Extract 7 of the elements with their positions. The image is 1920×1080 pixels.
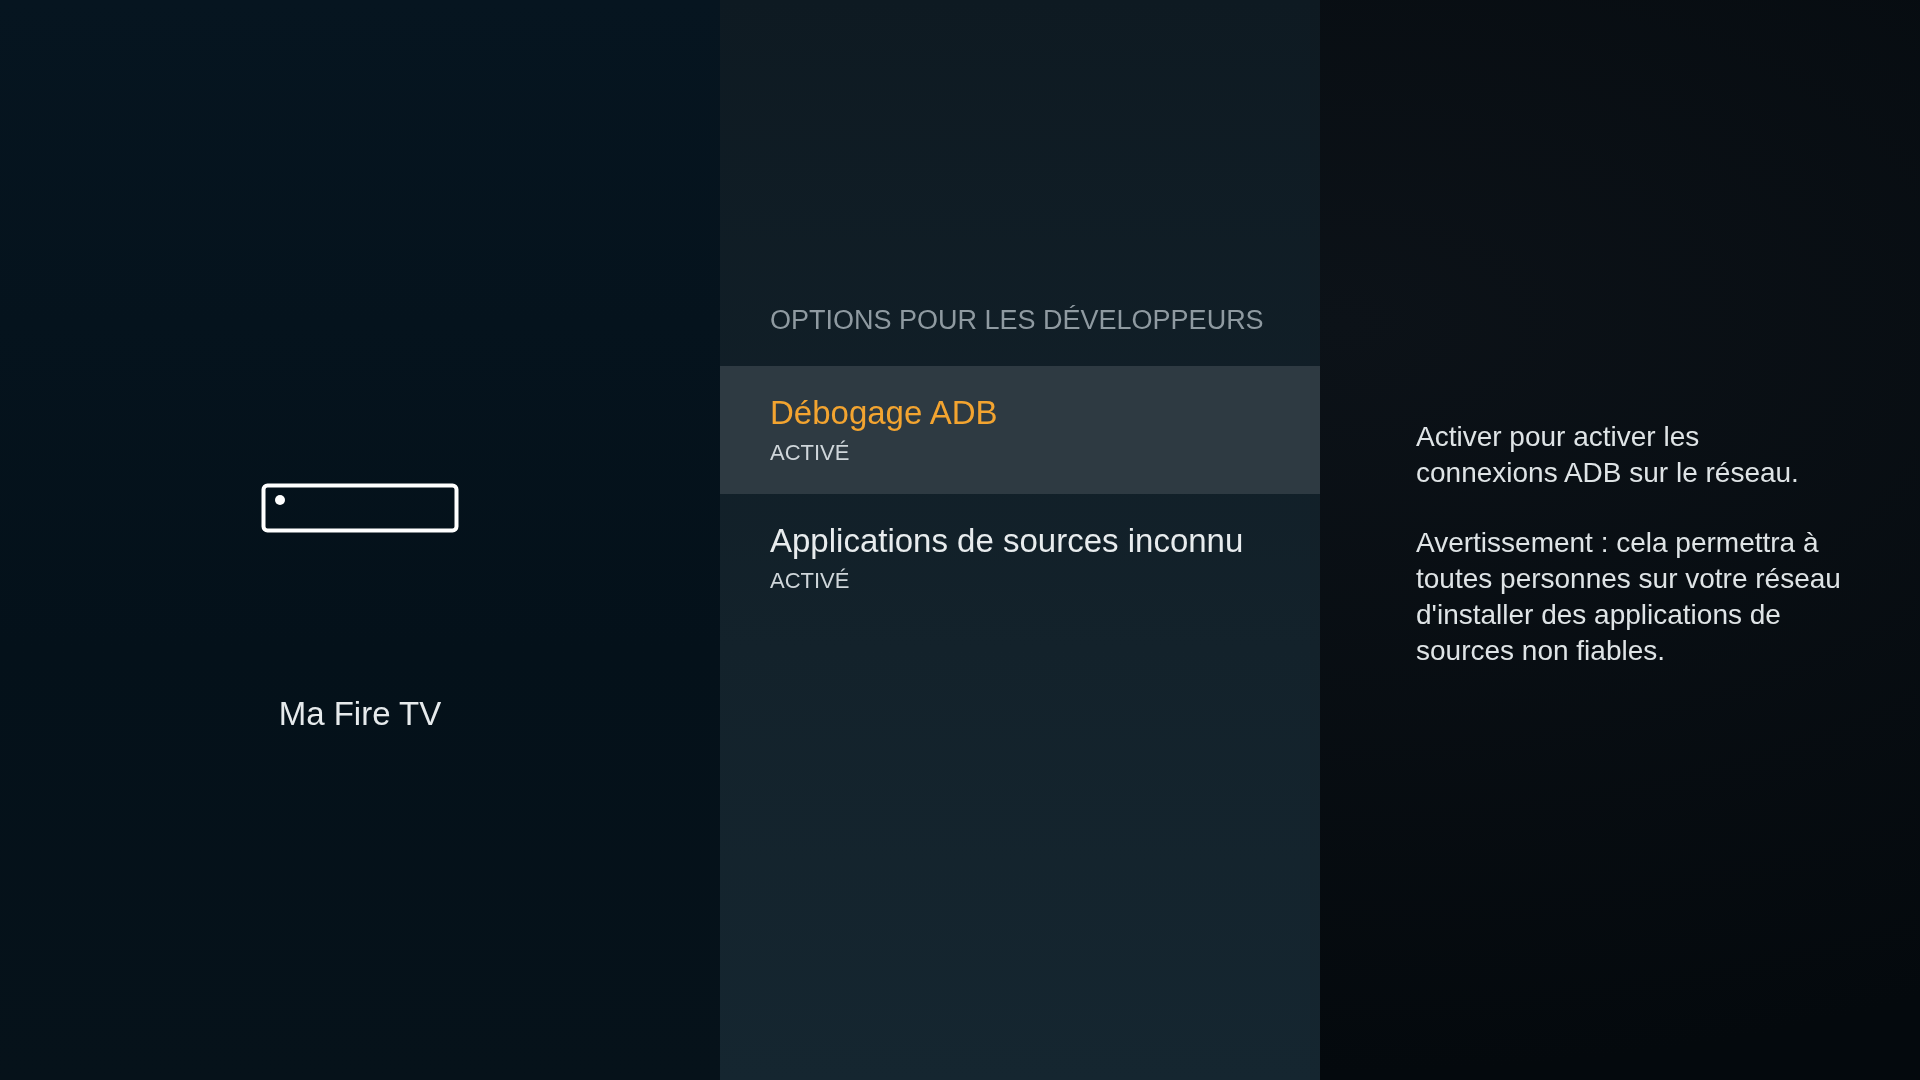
menu-item[interactable]: Débogage ADB ACTIVÉ (720, 366, 1320, 494)
device-name: Ma Fire TV (278, 695, 442, 733)
menu-item[interactable]: Applications de sources inconnu ACTIVÉ (720, 494, 1320, 622)
device-icon (261, 483, 459, 533)
description-text: Avertissement : cela permettra à toutes personnes sur votre réseau d'installer des applications de sources non fiables. (1416, 526, 1841, 668)
section-title: OPTIONS POUR LES DÉVELOPPEURS (769, 305, 1265, 336)
description-text: Activer pour activer les connexions ADB sur le réseau. (1416, 420, 1800, 490)
